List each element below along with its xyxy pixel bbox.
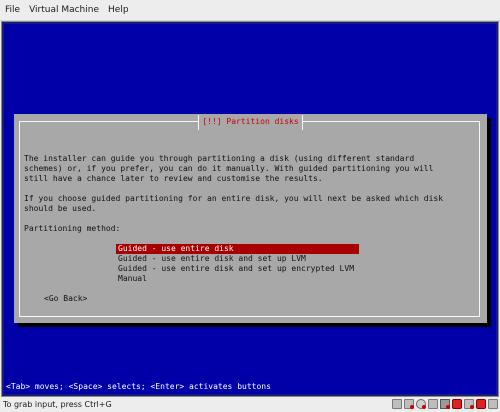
printer-icon[interactable] <box>476 399 486 409</box>
network-icon[interactable] <box>440 399 450 409</box>
vm-screen[interactable]: [!!] Partition disks The installer can g… <box>4 24 496 394</box>
guided-note-line-1: If you choose guided partitioning for an… <box>24 194 444 203</box>
dialog-title: [!!] Partition disks <box>198 115 303 130</box>
dialog-title-bar: [!!] Partition disks <box>14 114 487 130</box>
display-icon[interactable] <box>452 399 462 409</box>
audio-icon[interactable] <box>428 399 438 409</box>
grab-input-hint: To grab input, press Ctrl+G <box>3 400 112 409</box>
message-icon[interactable] <box>488 399 498 409</box>
hdd-icon[interactable] <box>464 399 474 409</box>
statusbar: To grab input, press Ctrl+G <box>0 397 500 412</box>
option-guided-encrypted-lvm[interactable]: Guided - use entire disk and set up encr… <box>116 264 359 274</box>
cdrom-icon[interactable] <box>392 399 402 409</box>
partitioning-method-label: Partitioning method: <box>24 224 121 233</box>
menubar: File Virtual Machine Help <box>0 0 500 21</box>
keyboard-help-line: <Tab> moves; <Space> selects; <Enter> ac… <box>6 382 271 391</box>
option-guided-lvm[interactable]: Guided - use entire disk and set up LVM <box>116 254 359 264</box>
vm-display[interactable]: [!!] Partition disks The installer can g… <box>1 21 499 397</box>
intro-line-3: still have a chance later to review and … <box>24 174 323 183</box>
device-status-icons <box>392 399 498 409</box>
intro-line-2: schemes) or, if you prefer, you can do i… <box>24 164 434 173</box>
option-manual[interactable]: Manual <box>116 274 359 284</box>
go-back-button[interactable]: <Go Back> <box>44 294 87 304</box>
floppy-icon[interactable] <box>416 399 426 409</box>
dialog-border <box>19 121 480 317</box>
menu-virtual-machine[interactable]: Virtual Machine <box>25 0 103 20</box>
partition-dialog: [!!] Partition disks The installer can g… <box>14 114 487 323</box>
intro-line-1: The installer can guide you through part… <box>24 154 415 163</box>
guided-note-line-2: should be used. <box>24 204 97 213</box>
menu-file[interactable]: File <box>1 0 24 20</box>
usb-icon[interactable] <box>404 399 414 409</box>
option-guided-entire-disk[interactable]: Guided - use entire disk <box>116 244 359 254</box>
menu-help[interactable]: Help <box>104 0 133 20</box>
